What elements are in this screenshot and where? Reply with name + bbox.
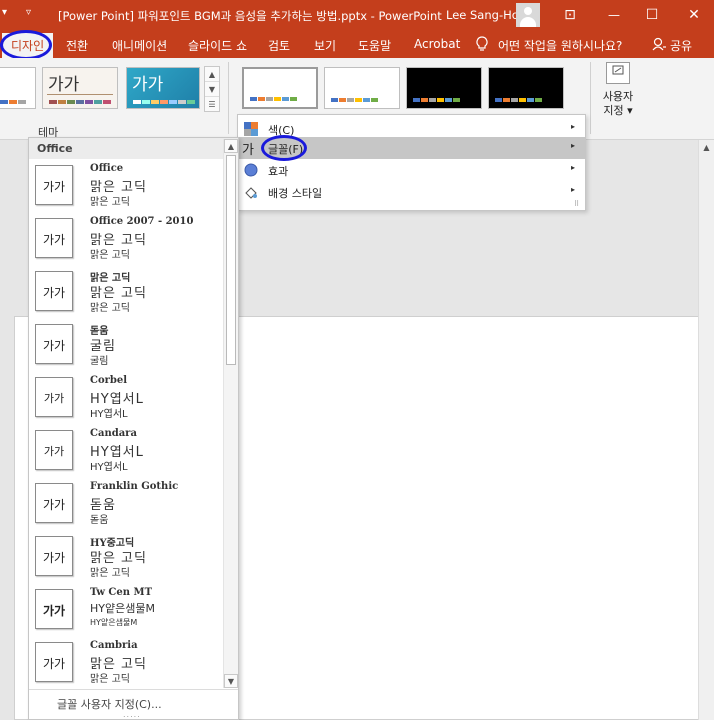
- variants-dropdown-menu: 색(C) ▸ 가 글꼴(F) ▸ 효과 ▸ 배경 스타일 ▸ ⠿: [237, 114, 586, 211]
- theme-thumbnail[interactable]: 가가: [126, 67, 200, 109]
- scroll-down-icon[interactable]: ▼: [224, 674, 238, 688]
- tab-help[interactable]: 도움말: [358, 37, 391, 54]
- group-divider: [590, 62, 591, 134]
- font-preview: 가가: [35, 377, 73, 417]
- tell-me-search[interactable]: 어떤 작업을 원하시나요?: [498, 37, 622, 54]
- menu-item-effects[interactable]: 효과 ▸: [238, 159, 585, 181]
- variant-thumbnail[interactable]: [324, 67, 400, 109]
- custom-slide-size-button[interactable]: 사용자 지정 ▾: [598, 62, 638, 132]
- font-panel-footer: 글꼴 사용자 지정(C)... .....: [29, 689, 238, 719]
- font-option[interactable]: 가가 Franklin Gothic 돋움 돋움: [29, 478, 225, 531]
- group-divider: [228, 62, 229, 134]
- share-button[interactable]: 공유: [670, 37, 692, 54]
- tab-slideshow[interactable]: 슬라이드 쇼: [188, 37, 247, 54]
- tab-design[interactable]: 디자인: [2, 33, 54, 58]
- font-preview: 가가: [35, 430, 73, 470]
- font-preview: 가가: [35, 589, 73, 629]
- submenu-arrow-icon: ▸: [571, 122, 576, 131]
- font-icon: 가: [242, 143, 254, 158]
- scroll-up-icon[interactable]: ▲: [699, 140, 714, 156]
- themes-gallery-scroll[interactable]: ▲ ▼ ☰: [204, 66, 220, 112]
- font-option[interactable]: 가가 Candara HY엽서L HY엽서L: [29, 425, 225, 478]
- close-button[interactable]: ✕: [684, 5, 704, 25]
- quick-access-dropdown-icon[interactable]: ▾: [2, 7, 7, 18]
- font-list-scrollbar[interactable]: ▲ ▼: [223, 139, 238, 688]
- theme-thumbnail[interactable]: 가가: [42, 67, 118, 109]
- font-preview: 가가: [35, 483, 73, 523]
- tab-acrobat[interactable]: Acrobat: [414, 37, 460, 51]
- font-option[interactable]: 가가 돋움 굴림 굴림: [29, 319, 225, 372]
- chevron-down-icon[interactable]: ▼: [205, 82, 219, 97]
- vertical-scrollbar[interactable]: ▲: [698, 140, 714, 720]
- scroll-thumb[interactable]: [226, 155, 236, 365]
- theme-thumbnail-partial[interactable]: [0, 67, 36, 109]
- customize-fonts-link[interactable]: 글꼴 사용자 지정(C)...: [57, 696, 162, 712]
- submenu-arrow-icon: ▸: [571, 163, 576, 172]
- user-name[interactable]: Lee Sang-Ho: [446, 8, 519, 22]
- font-option[interactable]: 가가 Tw Cen MT HY얕은샘물M HY얕은샘물M: [29, 584, 225, 637]
- color-palette-icon: [244, 122, 258, 136]
- font-option[interactable]: 가가 맑은 고딕 맑은 고딕 맑은 고딕: [29, 266, 225, 319]
- font-preview: 가가: [35, 642, 73, 682]
- menu-item-fonts[interactable]: 가 글꼴(F) ▸: [238, 137, 585, 159]
- theme-fonts-dropdown: Office 가가 Office 맑은 고딕 맑은 고딕 가가 Office 2…: [28, 137, 239, 720]
- submenu-arrow-icon: ▸: [571, 185, 576, 194]
- resize-grip-icon[interactable]: .....: [123, 710, 141, 719]
- font-preview: 가가: [35, 536, 73, 576]
- minimize-button[interactable]: —: [604, 5, 624, 25]
- title-bar: ▾ ▿ [Power Point] 파워포인트 BGM과 음성을 추가하는 방법…: [0, 0, 714, 30]
- ribbon-tabs: 디자인 전환 애니메이션 슬라이드 쇼 검토 보기 도움말 Acrobat 어떤…: [0, 30, 714, 58]
- chevron-up-icon[interactable]: ▲: [205, 67, 219, 82]
- tab-animations[interactable]: 애니메이션: [112, 37, 167, 54]
- menu-item-background-styles[interactable]: 배경 스타일 ▸: [238, 181, 585, 203]
- ribbon-display-options-icon[interactable]: ⊡: [560, 5, 580, 25]
- share-person-icon: [652, 37, 666, 51]
- tab-transitions[interactable]: 전환: [66, 37, 88, 54]
- avatar[interactable]: [516, 3, 540, 27]
- font-preview: 가가: [35, 324, 73, 364]
- tab-review[interactable]: 검토: [268, 37, 290, 54]
- gallery-more-icon[interactable]: ☰: [205, 97, 219, 112]
- font-preview: 가가: [35, 218, 73, 258]
- effects-icon: [244, 163, 258, 177]
- scroll-up-icon[interactable]: ▲: [224, 139, 238, 153]
- variant-thumbnail[interactable]: [242, 67, 318, 109]
- font-preview: 가가: [35, 271, 73, 311]
- lightbulb-icon: [476, 36, 488, 51]
- resize-grip-icon[interactable]: ⠿: [574, 200, 579, 208]
- tab-view[interactable]: 보기: [314, 37, 336, 54]
- variant-thumbnail[interactable]: [406, 67, 482, 109]
- customize-toolbar-icon[interactable]: ▿: [26, 7, 31, 18]
- font-preview: 가가: [35, 165, 73, 205]
- font-section-header: Office: [29, 138, 238, 159]
- maximize-button[interactable]: ☐: [642, 5, 662, 25]
- slide-size-icon: [606, 62, 630, 84]
- variant-thumbnail[interactable]: [488, 67, 564, 109]
- window-title: [Power Point] 파워포인트 BGM과 음성을 추가하는 방법.ppt…: [58, 9, 442, 23]
- font-option[interactable]: 가가 Office 맑은 고딕 맑은 고딕: [29, 160, 225, 213]
- font-option[interactable]: 가가 HY중고딕 맑은 고딕 맑은 고딕: [29, 531, 225, 584]
- font-option[interactable]: 가가 Cambria 맑은 고딕 맑은 고딕: [29, 637, 225, 690]
- font-option[interactable]: 가가 Corbel HY엽서L HY엽서L: [29, 372, 225, 425]
- submenu-arrow-icon: ▸: [571, 141, 576, 150]
- background-style-icon: [245, 187, 257, 199]
- font-option[interactable]: 가가 Office 2007 - 2010 맑은 고딕 맑은 고딕: [29, 213, 225, 266]
